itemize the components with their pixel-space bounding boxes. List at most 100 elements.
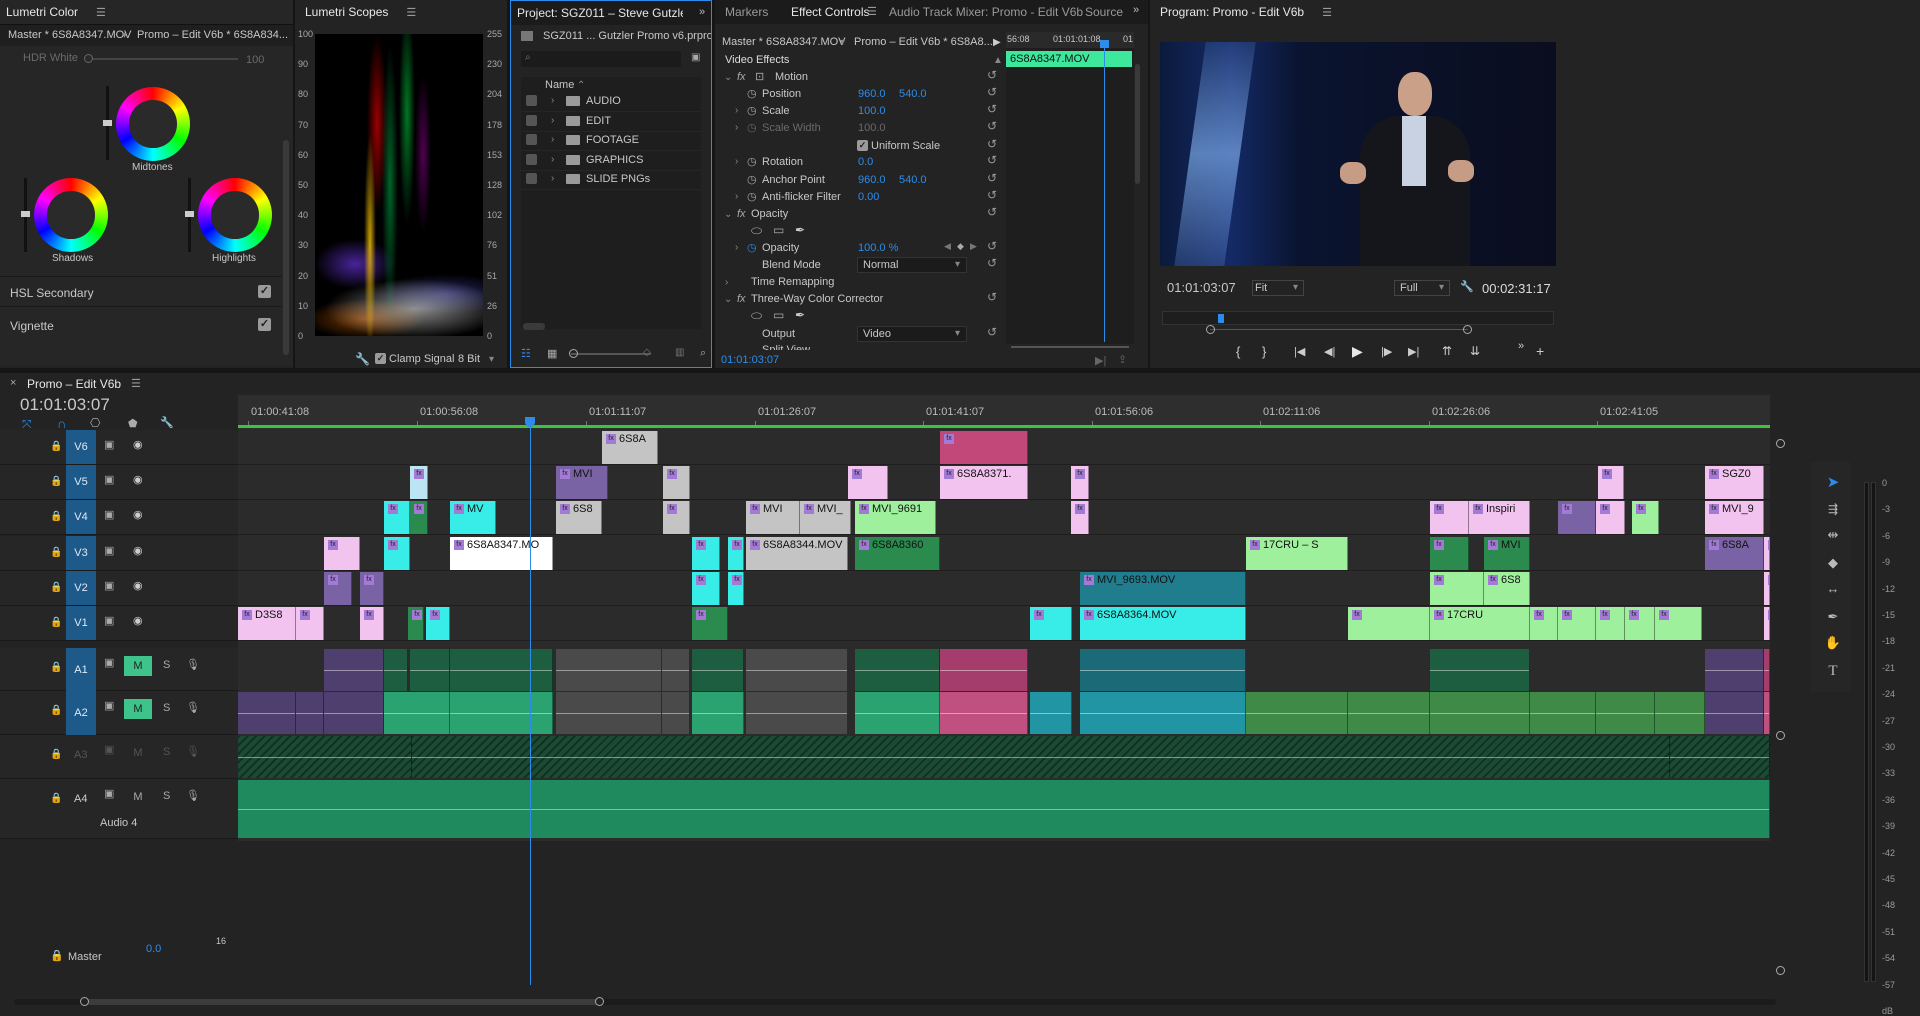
track-target-a2[interactable]: A2: [66, 691, 96, 735]
lock-icon[interactable]: 🔒: [50, 582, 62, 593]
video-clip[interactable]: fx: [1071, 466, 1089, 499]
video-clip[interactable]: fx: [360, 572, 384, 605]
collapse-icon[interactable]: ⌄: [724, 294, 732, 305]
video-clip[interactable]: fx: [296, 607, 324, 640]
midtones-slider-handle[interactable]: [103, 120, 112, 126]
video-clip[interactable]: fx: [1558, 501, 1596, 534]
lumetri-source-label[interactable]: Master * 6S8A8347.MOV: [8, 29, 132, 41]
audio-clip[interactable]: [410, 649, 450, 691]
microphone-icon[interactable]: 🎙: [186, 789, 200, 802]
pen-mask-icon[interactable]: ✒: [795, 223, 805, 237]
expand-icon[interactable]: ›: [551, 173, 554, 184]
lock-icon[interactable]: 🔒: [50, 547, 62, 558]
track-target-v2[interactable]: V2: [66, 571, 96, 605]
expand-icon[interactable]: ›: [551, 134, 554, 145]
audio-clip[interactable]: [1430, 649, 1530, 691]
ec-sequence-label[interactable]: Promo – Edit V6b * 6S8A8...: [854, 36, 993, 48]
sync-lock-icon[interactable]: ▣: [104, 579, 114, 592]
project-row-checkbox[interactable]: [526, 95, 537, 106]
bit-depth-select[interactable]: 8 Bit: [458, 353, 480, 365]
video-clip[interactable]: fx: [324, 537, 360, 570]
video-clip[interactable]: fx: [940, 431, 1028, 464]
panel-divider[interactable]: [507, 0, 510, 368]
anti-flicker-value[interactable]: 0.00: [858, 191, 879, 203]
automate-icon[interactable]: ▥: [675, 347, 684, 358]
video-clip[interactable]: fx: [1764, 572, 1770, 605]
more-tabs-icon[interactable]: »: [1133, 4, 1139, 16]
lock-icon[interactable]: 🔒: [50, 662, 62, 673]
track-target-v1[interactable]: V1: [66, 606, 96, 640]
video-clip[interactable]: fx: [410, 501, 428, 534]
lumetri-sequence-label[interactable]: Promo – Edit V6b * 6S8A834...: [137, 29, 288, 41]
hdr-white-value[interactable]: 100: [246, 54, 264, 66]
audio-clip[interactable]: [450, 649, 553, 691]
reset-icon[interactable]: ↺: [987, 137, 997, 151]
step-back-icon[interactable]: ◀|: [1324, 345, 1335, 358]
reset-icon[interactable]: ↺: [987, 85, 997, 99]
video-clip[interactable]: fx 6S8A8344.MOV: [746, 537, 848, 570]
tab-lumetri-color[interactable]: Lumetri Color: [6, 5, 78, 19]
audio-clip[interactable]: [238, 692, 296, 734]
mute-button[interactable]: M: [124, 787, 152, 807]
audio-clip[interactable]: [412, 736, 1670, 778]
audio-clip[interactable]: [662, 692, 690, 734]
solo-button[interactable]: S: [163, 746, 170, 758]
sort-icons-icon[interactable]: ◇: [643, 347, 651, 358]
video-clip[interactable]: fx: [1558, 607, 1596, 640]
video-clip[interactable]: fx 6S8: [1484, 572, 1530, 605]
video-clip[interactable]: fx 6S8A8364.MOV: [1080, 607, 1246, 640]
video-clip[interactable]: fx MV: [450, 501, 496, 534]
audio-clip[interactable]: [1705, 649, 1764, 691]
video-clip[interactable]: fx: [1632, 501, 1659, 534]
snap-icon[interactable]: ∩: [57, 416, 66, 431]
audio-clip[interactable]: [324, 649, 384, 691]
audio-clip[interactable]: [692, 649, 744, 691]
reset-icon[interactable]: ↺: [987, 68, 997, 82]
video-clip[interactable]: fx MVI: [556, 466, 608, 499]
solo-button[interactable]: S: [163, 659, 170, 671]
project-row-checkbox[interactable]: [526, 134, 537, 145]
eye-icon[interactable]: ◉: [133, 544, 143, 557]
audio-clip[interactable]: [1348, 692, 1430, 734]
audio-clip[interactable]: [1655, 692, 1705, 734]
video-clip[interactable]: fx: [1764, 607, 1770, 640]
slip-tool-icon[interactable]: ↔: [1822, 578, 1844, 600]
tab-timeline[interactable]: Promo – Edit V6b: [27, 377, 121, 391]
video-clip[interactable]: fx: [1764, 537, 1770, 570]
play-icon[interactable]: ▶: [1352, 343, 1363, 360]
video-clip[interactable]: fx MVI: [1484, 537, 1530, 570]
panel-divider[interactable]: [293, 0, 295, 368]
linked-selection-icon[interactable]: ⎔: [90, 416, 100, 430]
pen-tool-icon[interactable]: ✒: [1822, 606, 1844, 628]
audio-clip[interactable]: [940, 692, 1028, 734]
ripple-edit-tool-icon[interactable]: ⇹: [1822, 524, 1844, 546]
eye-icon[interactable]: ◉: [133, 438, 143, 451]
highlights-color-wheel[interactable]: [198, 178, 272, 252]
eye-icon[interactable]: ◉: [133, 614, 143, 627]
rectangle-mask-icon[interactable]: ▭: [773, 223, 784, 237]
sync-lock-icon[interactable]: ▣: [104, 743, 114, 756]
rotation-value[interactable]: 0.0: [858, 156, 873, 168]
reset-icon[interactable]: ↺: [987, 171, 997, 185]
sync-lock-icon[interactable]: ▣: [104, 787, 114, 800]
project-row-checkbox[interactable]: [526, 153, 537, 165]
close-icon[interactable]: ×: [10, 377, 16, 389]
lock-icon[interactable]: 🔒: [50, 749, 62, 760]
chevron-down-icon[interactable]: ▾: [1439, 282, 1444, 293]
audio-clip[interactable]: [324, 692, 384, 734]
audio-clip[interactable]: [1764, 649, 1770, 691]
scroll-up-icon[interactable]: ▲: [993, 55, 1003, 66]
expand-icon[interactable]: ›: [551, 154, 554, 165]
stopwatch-icon[interactable]: ◷: [747, 190, 757, 203]
pen-mask-icon[interactable]: ✒: [795, 308, 805, 322]
video-clip[interactable]: fx 6S8A8347.MO: [450, 537, 553, 570]
video-clip[interactable]: fx: [1430, 572, 1484, 605]
video-clip[interactable]: fx: [1030, 607, 1072, 640]
zoom-handle[interactable]: [569, 349, 578, 358]
expand-icon[interactable]: ›: [735, 156, 738, 167]
lock-icon[interactable]: 🔒: [50, 441, 62, 452]
tab-audio-track-mixer[interactable]: Audio Track Mixer: Promo - Edit V6b: [889, 5, 1083, 19]
chevron-down-icon[interactable]: ▾: [1293, 282, 1298, 293]
panel-menu-icon[interactable]: ☰: [96, 6, 106, 19]
video-clip[interactable]: fx: [384, 537, 410, 570]
